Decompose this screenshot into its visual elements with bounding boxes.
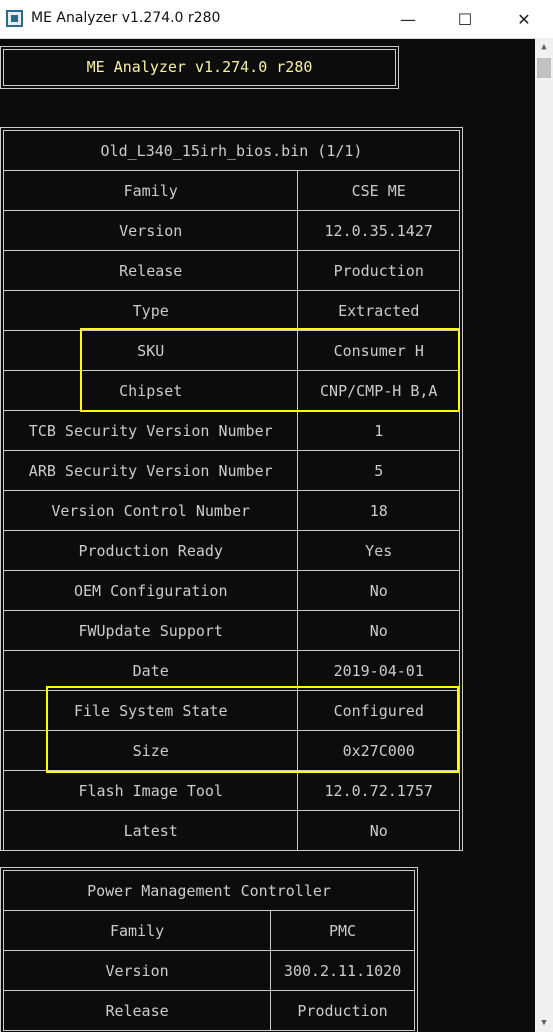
console-output: ME Analyzer v1.274.0 r280 Old_L340_15irh… — [0, 38, 535, 1032]
row-value: 12.0.72.1757 — [297, 770, 460, 811]
table-row: TCB Security Version Number 1 — [2, 410, 460, 451]
row-label: TCB Security Version Number — [2, 410, 299, 451]
me-table-caption-row: Old_L340_15irh_bios.bin (1/1) — [3, 130, 460, 171]
pmc-table: Power Management Controller Family PMC Ver… — [2, 870, 415, 1031]
row-value: No — [297, 610, 460, 651]
row-value: Yes — [297, 530, 460, 571]
row-value: No — [297, 570, 460, 611]
row-label: Version — [2, 210, 299, 251]
vertical-scrollbar[interactable]: ▲ ▼ — [535, 38, 553, 1032]
row-value: Production — [270, 990, 415, 1031]
row-value: 5 — [297, 450, 460, 491]
header-title: ME Analyzer v1.274.0 r280 — [86, 58, 313, 76]
table-row: Version 300.2.11.1020 — [2, 950, 415, 991]
row-value: 2019-04-01 — [297, 650, 460, 691]
table-row: Release Production — [2, 990, 415, 1031]
me-table-caption: Old_L340_15irh_bios.bin (1/1) — [3, 130, 460, 171]
scroll-up-arrow-icon[interactable]: ▲ — [535, 38, 553, 56]
row-value: Production — [297, 250, 460, 291]
row-value: Extracted — [297, 290, 460, 331]
sku-chipset-highlight — [80, 328, 460, 412]
title-bar: ME Analyzer v1.274.0 r280 — ☐ ✕ — [0, 0, 553, 39]
row-label: FWUpdate Support — [2, 610, 299, 651]
app-icon — [6, 10, 23, 27]
row-value: 1 — [297, 410, 460, 451]
table-row: Flash Image Tool 12.0.72.1757 — [2, 770, 460, 811]
row-label: Flash Image Tool — [2, 770, 299, 811]
row-label: ARB Security Version Number — [2, 450, 299, 491]
scroll-down-arrow-icon[interactable]: ▼ — [535, 1014, 553, 1032]
fs-state-size-highlight — [46, 686, 459, 773]
table-row: Family CSE ME — [2, 170, 460, 211]
table-row: Production Ready Yes — [2, 530, 460, 571]
row-value: PMC — [270, 910, 415, 951]
row-label: Version — [2, 950, 272, 991]
row-label: Latest — [2, 810, 299, 851]
row-label: Release — [2, 250, 299, 291]
table-row: Latest No — [2, 810, 460, 851]
table-row: OEM Configuration No — [2, 570, 460, 611]
table-row: Type Extracted — [2, 290, 460, 331]
table-row: Version 12.0.35.1427 — [2, 210, 460, 251]
pmc-table-caption-row: Power Management Controller — [3, 870, 415, 911]
row-label: Release — [2, 990, 272, 1031]
table-row: Release Production — [2, 250, 460, 291]
row-label: Version Control Number — [2, 490, 299, 531]
table-row: ARB Security Version Number 5 — [2, 450, 460, 491]
row-value: No — [297, 810, 460, 851]
scrollbar-thumb[interactable] — [537, 58, 551, 78]
maximize-icon: ☐ — [457, 9, 473, 29]
table-row: Family PMC — [2, 910, 415, 951]
window-title: ME Analyzer v1.274.0 r280 — [31, 10, 221, 26]
minimize-icon: — — [400, 9, 416, 29]
row-label: OEM Configuration — [2, 570, 299, 611]
pmc-table-caption: Power Management Controller — [3, 870, 415, 911]
maximize-button[interactable]: ☐ — [442, 0, 488, 38]
row-label: Family — [2, 910, 272, 951]
row-value: 18 — [297, 490, 460, 531]
close-button[interactable]: ✕ — [501, 0, 547, 38]
row-label: Date — [2, 650, 299, 691]
table-row: FWUpdate Support No — [2, 610, 460, 651]
close-icon: ✕ — [517, 9, 531, 29]
table-row: Date 2019-04-01 — [2, 650, 460, 691]
row-label: Family — [2, 170, 299, 211]
minimize-button[interactable]: — — [385, 0, 431, 38]
header-box: ME Analyzer v1.274.0 r280 — [0, 46, 399, 89]
table-row: Version Control Number 18 — [2, 490, 460, 531]
row-value: 12.0.35.1427 — [297, 210, 460, 251]
row-label: Production Ready — [2, 530, 299, 571]
row-value: CSE ME — [297, 170, 460, 211]
row-value: 300.2.11.1020 — [270, 950, 415, 991]
row-label: Type — [2, 290, 299, 331]
